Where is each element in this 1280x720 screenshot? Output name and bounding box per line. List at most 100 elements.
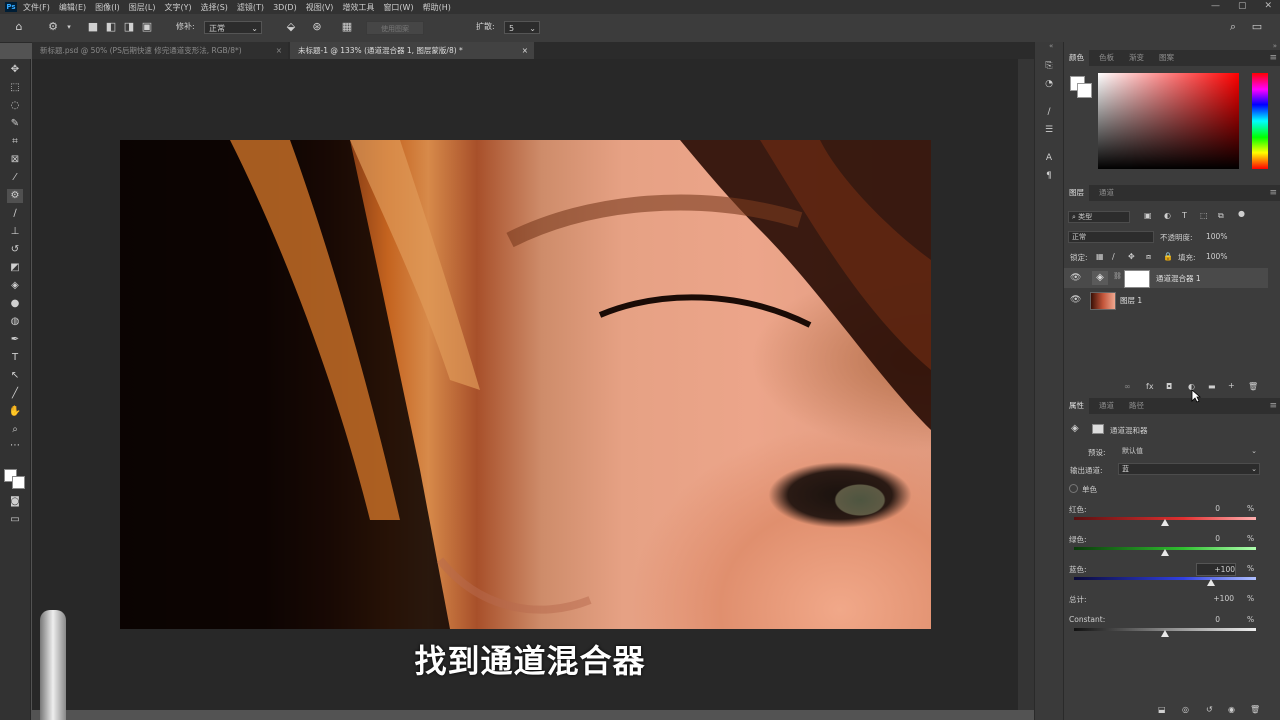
preset-select[interactable]: 默认值 ⌄ bbox=[1118, 445, 1260, 457]
color-picker-field[interactable] bbox=[1098, 73, 1239, 169]
green-slider-thumb[interactable] bbox=[1161, 549, 1169, 556]
blend-mode-select[interactable]: 正常 bbox=[1068, 231, 1154, 243]
panel-menu-icon[interactable]: ≡ bbox=[1269, 188, 1277, 198]
brush-tool-icon[interactable]: ∕ bbox=[7, 207, 23, 221]
tab-properties[interactable]: 属性 bbox=[1064, 398, 1089, 414]
layer-filter-select[interactable]: ⌕ 类型 bbox=[1068, 211, 1130, 223]
add-selection-icon[interactable]: ◧ bbox=[104, 20, 118, 34]
menu-type[interactable]: 文字(Y) bbox=[164, 2, 191, 13]
fill-value[interactable]: 100% bbox=[1206, 252, 1227, 261]
menu-file[interactable]: 文件(F) bbox=[23, 2, 50, 13]
crop-tool-icon[interactable]: ⌗ bbox=[7, 135, 23, 149]
stamp-tool-icon[interactable]: ⊥ bbox=[7, 225, 23, 239]
close-icon[interactable]: × bbox=[276, 42, 282, 59]
destination-icon[interactable]: ⊛ bbox=[310, 20, 324, 34]
collapse-icon[interactable]: » bbox=[1273, 42, 1277, 50]
tab-color[interactable]: 颜色 bbox=[1064, 50, 1089, 66]
history-brush-icon[interactable]: ↺ bbox=[7, 243, 23, 257]
tab-channels[interactable]: 通道 bbox=[1094, 185, 1119, 201]
panel-menu-icon[interactable]: ≡ bbox=[1269, 401, 1277, 411]
paint-bucket-icon[interactable]: ◈ bbox=[7, 279, 23, 293]
background-swatch[interactable] bbox=[1077, 83, 1092, 98]
blue-slider-track[interactable] bbox=[1074, 577, 1256, 580]
filter-toggle-icon[interactable]: ● bbox=[1238, 209, 1245, 218]
patch-tool-icon[interactable]: ⚙ bbox=[46, 20, 60, 34]
type-tool-icon[interactable]: T bbox=[7, 351, 23, 365]
blue-slider-thumb[interactable] bbox=[1206, 579, 1215, 586]
close-button[interactable]: ✕ bbox=[1264, 1, 1272, 11]
workspace-icon[interactable]: ▭ bbox=[1250, 20, 1264, 34]
monochrome-checkbox[interactable] bbox=[1069, 484, 1078, 493]
blur-tool-icon[interactable]: ● bbox=[7, 297, 23, 311]
new-layer-icon[interactable]: + bbox=[1228, 381, 1235, 390]
character-panel-icon[interactable]: A bbox=[1042, 152, 1056, 164]
transparent-icon[interactable]: ▦ bbox=[340, 20, 354, 34]
tab-channels-2[interactable]: 通道 bbox=[1094, 398, 1119, 414]
delete-icon[interactable]: 🗑 bbox=[1250, 705, 1260, 714]
quick-select-tool-icon[interactable]: ✎ bbox=[7, 117, 23, 131]
marquee-tool-icon[interactable]: ⬚ bbox=[7, 81, 23, 95]
visibility-eye-icon[interactable]: 👁 bbox=[1070, 273, 1081, 283]
menu-image[interactable]: 图像(I) bbox=[95, 2, 120, 13]
panel-menu-icon[interactable]: ≡ bbox=[1269, 53, 1277, 63]
tab-paths[interactable]: 路径 bbox=[1124, 398, 1149, 414]
diffuse-select[interactable]: 5 ⌄ bbox=[504, 21, 540, 34]
collapse-icon[interactable]: « bbox=[1049, 42, 1053, 50]
layer-name[interactable]: 通道混合器 1 bbox=[1156, 273, 1201, 284]
filter-shape-icon[interactable]: ⬚ bbox=[1200, 211, 1208, 220]
menu-filter[interactable]: 滤镜(T) bbox=[237, 2, 264, 13]
constant-value[interactable]: 0 bbox=[1182, 614, 1220, 625]
maximize-button[interactable]: ▢ bbox=[1238, 1, 1247, 11]
blue-value[interactable]: +100 bbox=[1196, 563, 1236, 576]
lasso-tool-icon[interactable]: ◌ bbox=[7, 99, 23, 113]
tab-document-1[interactable]: 新标题.psd @ 50% (PS后期快速 修完通道变形法, RGB/8*) × bbox=[32, 42, 288, 59]
move-tool-icon[interactable]: ✥ bbox=[7, 63, 23, 77]
add-mask-icon[interactable]: ◘ bbox=[1166, 382, 1172, 391]
zoom-tool-icon[interactable]: ⌕ bbox=[7, 423, 23, 437]
close-icon[interactable]: × bbox=[522, 42, 528, 59]
constant-slider-thumb[interactable] bbox=[1161, 630, 1169, 637]
layer-thumbnail[interactable] bbox=[1090, 292, 1116, 310]
menu-edit[interactable]: 编辑(E) bbox=[59, 2, 86, 13]
canvas-scrollbar[interactable] bbox=[1018, 59, 1034, 710]
subtract-selection-icon[interactable]: ◨ bbox=[122, 20, 136, 34]
link-layers-icon[interactable]: ∞ bbox=[1124, 382, 1131, 391]
red-value[interactable]: 0 bbox=[1182, 503, 1220, 514]
comments-panel-icon[interactable]: ◔ bbox=[1042, 78, 1056, 90]
tab-swatches[interactable]: 色板 bbox=[1094, 50, 1119, 66]
path-select-icon[interactable]: ↖ bbox=[7, 369, 23, 383]
source-icon[interactable]: ⬙ bbox=[284, 20, 298, 34]
menu-window[interactable]: 窗口(W) bbox=[383, 2, 413, 13]
layer-row[interactable]: 👁 图层 1 bbox=[1064, 290, 1268, 310]
mask-icon[interactable] bbox=[1092, 424, 1104, 434]
history-panel-icon[interactable]: ⎘ bbox=[1042, 60, 1056, 72]
home-icon[interactable]: ⌂ bbox=[12, 20, 26, 34]
tool-preset-chevron-icon[interactable]: ▾ bbox=[62, 20, 76, 34]
fx-icon[interactable]: fx bbox=[1146, 382, 1154, 391]
tab-gradients[interactable]: 渐变 bbox=[1124, 50, 1149, 66]
search-icon[interactable]: ⌕ bbox=[1226, 20, 1240, 34]
quick-mask-icon[interactable]: ◙ bbox=[7, 495, 23, 509]
menu-view[interactable]: 视图(V) bbox=[306, 2, 334, 13]
menu-plugins[interactable]: 增效工具 bbox=[342, 2, 374, 13]
filter-adjustment-icon[interactable]: ◐ bbox=[1164, 211, 1171, 220]
filter-smart-icon[interactable]: ⧉ bbox=[1218, 211, 1224, 221]
reset-icon[interactable]: ↺ bbox=[1206, 705, 1213, 714]
menu-3d[interactable]: 3D(D) bbox=[273, 3, 297, 12]
new-group-icon[interactable]: ▬ bbox=[1208, 382, 1216, 391]
view-previous-icon[interactable]: ◎ bbox=[1182, 705, 1189, 714]
paragraph-panel-icon[interactable]: ¶ bbox=[1042, 170, 1056, 182]
filter-pixel-icon[interactable]: ▣ bbox=[1144, 211, 1152, 220]
eyedropper-tool-icon[interactable]: ⁄ bbox=[7, 171, 23, 185]
menu-help[interactable]: 帮助(H) bbox=[423, 2, 451, 13]
menu-select[interactable]: 选择(S) bbox=[201, 2, 228, 13]
tab-layers[interactable]: 图层 bbox=[1064, 185, 1089, 201]
link-icon[interactable]: ⛓ bbox=[1113, 272, 1122, 280]
layer-mask-thumbnail[interactable] bbox=[1124, 270, 1150, 288]
minimize-button[interactable]: — bbox=[1211, 1, 1220, 11]
opacity-value[interactable]: 100% bbox=[1206, 232, 1227, 241]
new-selection-icon[interactable]: ■ bbox=[86, 20, 100, 34]
use-pattern-button[interactable]: 使用图案 bbox=[366, 21, 424, 35]
more-tools-icon[interactable]: ⋯ bbox=[7, 439, 23, 453]
lock-paint-icon[interactable]: ∕ bbox=[1112, 252, 1115, 261]
